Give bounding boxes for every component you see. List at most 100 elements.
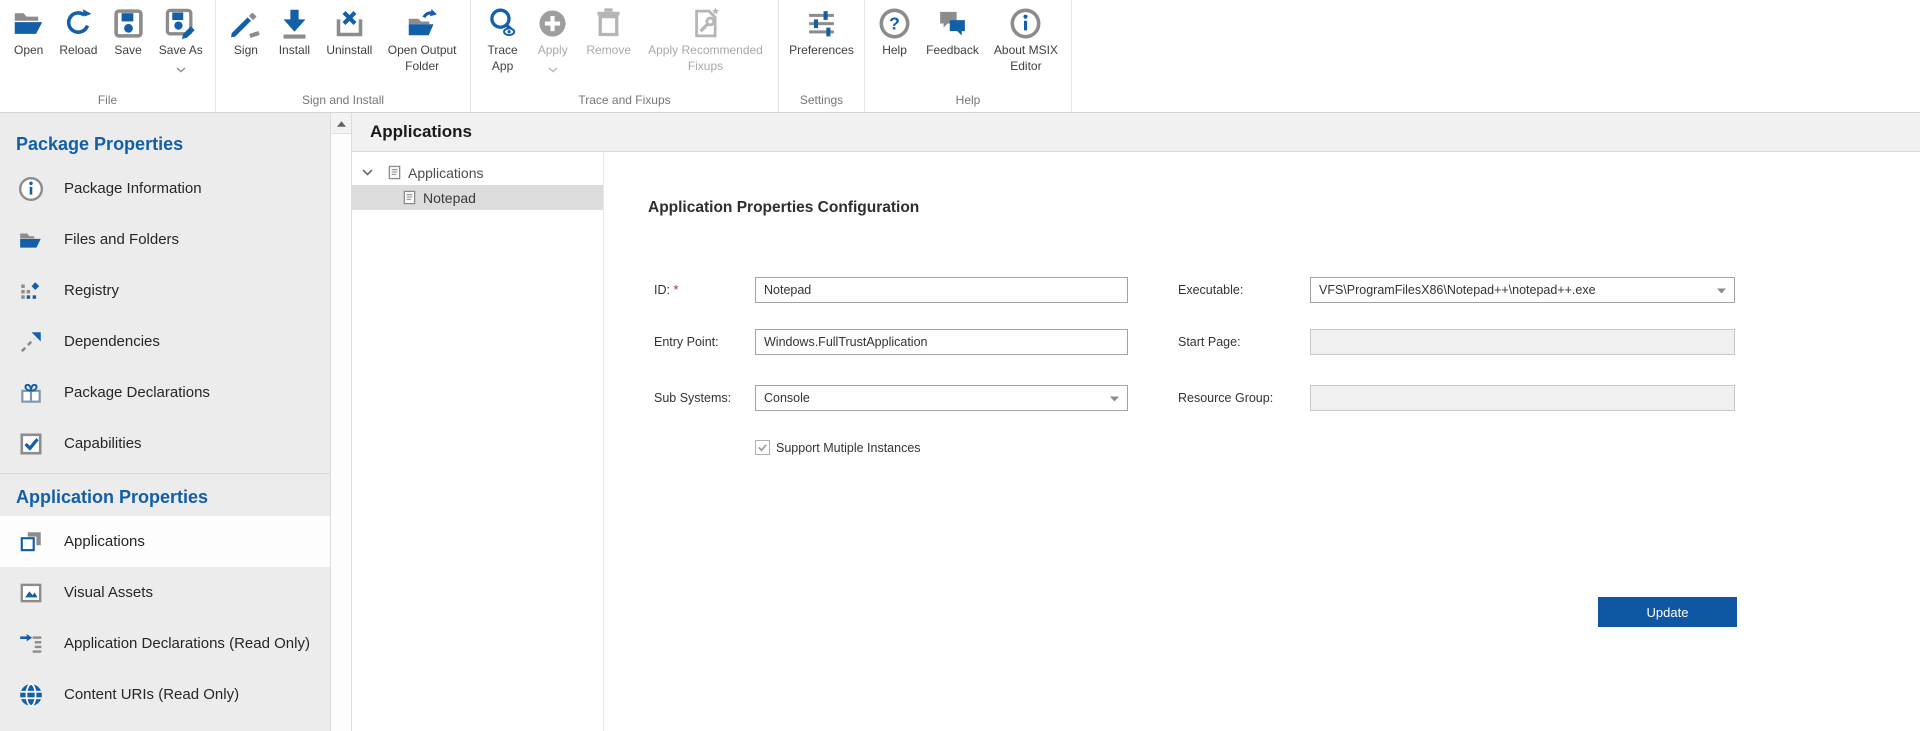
apply-recommended-fixups-button[interactable]: Apply Recommended Fixups [646, 7, 765, 74]
tree-node-applications[interactable]: Applications [352, 160, 603, 185]
scrollbar-up-button[interactable] [331, 113, 351, 134]
open-button[interactable]: Open [10, 7, 47, 59]
button-label: Open [14, 43, 43, 59]
sub-systems-value: Console [764, 391, 810, 405]
sidebar-item-package-declarations[interactable]: Package Declarations [0, 367, 330, 418]
document-icon [402, 190, 417, 205]
ribbon-group-label: Settings [779, 93, 864, 112]
open-output-folder-icon [406, 7, 439, 40]
open-output-folder-button[interactable]: Open Output Folder [386, 7, 459, 74]
button-label: Reload [59, 43, 97, 59]
sidebar-item-label: Package Declarations [64, 384, 210, 401]
button-label: Save [114, 43, 141, 59]
ribbon-group-trace-fixups: Trace App Apply Remove [471, 0, 779, 112]
chevron-down-icon[interactable] [362, 169, 373, 176]
required-asterisk: * [673, 283, 678, 297]
sign-button[interactable]: Sign [227, 7, 264, 59]
sub-systems-label: Sub Systems: [654, 385, 731, 411]
button-label: Save As [159, 43, 203, 59]
combo-arrow-icon [1110, 391, 1119, 405]
scrollbar-track[interactable] [331, 134, 351, 731]
entry-point-input[interactable] [755, 329, 1128, 355]
executable-value: VFS\ProgramFilesX86\Notepad++\notepad++.… [1319, 283, 1596, 297]
trace-app-button[interactable]: Trace App [484, 7, 521, 74]
sidebar-item-visual-assets[interactable]: Visual Assets [0, 567, 330, 618]
ribbon-group-sign-install: Sign Install Uninstall [216, 0, 471, 112]
sidebar-item-registry[interactable]: Registry [0, 265, 330, 316]
save-icon [112, 7, 145, 40]
sidebar-item-label: Registry [64, 282, 119, 299]
open-folder-icon [12, 7, 45, 40]
reload-button[interactable]: Reload [57, 7, 99, 59]
ribbon-group-settings: Preferences Settings [779, 0, 865, 112]
button-label: Remove [586, 43, 631, 59]
sidebar-item-files-and-folders[interactable]: Files and Folders [0, 214, 330, 265]
save-as-icon [164, 7, 197, 40]
support-multiple-instances-checkbox-row: Support Mutiple Instances [755, 440, 921, 455]
panel-header: Applications [352, 113, 1920, 152]
executable-combobox[interactable]: VFS\ProgramFilesX86\Notepad++\notepad++.… [1310, 277, 1735, 303]
uninstall-icon [333, 7, 366, 40]
save-as-button[interactable]: Save As [157, 7, 205, 78]
ribbon-empty-space [1072, 0, 1920, 112]
sidebar-item-label: Package Information [64, 180, 202, 197]
about-msix-editor-button[interactable]: About MSIX Editor [992, 7, 1060, 74]
form-heading: Application Properties Configuration [648, 199, 919, 217]
globe-icon [18, 682, 44, 708]
support-multiple-instances-checkbox[interactable] [755, 440, 770, 455]
open-folder-icon [18, 227, 44, 253]
button-label: About MSIX Editor [994, 43, 1058, 74]
sub-systems-combobox[interactable]: Console [755, 385, 1128, 411]
install-icon [278, 7, 311, 40]
dropdown-chevron-icon [176, 60, 186, 78]
sidebar-item-label: Applications [64, 533, 145, 550]
id-input[interactable] [755, 277, 1128, 303]
update-button[interactable]: Update [1598, 597, 1737, 627]
install-button[interactable]: Install [276, 7, 313, 59]
ribbon-group-help: ? Help Feedback About MSIX Editor [865, 0, 1072, 112]
apply-button[interactable]: Apply [534, 7, 571, 78]
dropdown-chevron-icon [548, 60, 558, 78]
sidebar-item-label: Content URIs (Read Only) [64, 686, 239, 703]
feedback-button[interactable]: Feedback [924, 7, 981, 59]
sidebar-item-capabilities[interactable]: Capabilities [0, 418, 330, 469]
help-button[interactable]: ? Help [876, 7, 913, 59]
declaration-list-icon [18, 631, 44, 657]
uninstall-button[interactable]: Uninstall [324, 7, 374, 59]
sidebar-item-label: Visual Assets [64, 584, 153, 601]
sidebar-item-label: Dependencies [64, 333, 160, 350]
sign-pencil-icon [229, 7, 262, 40]
preferences-sliders-icon [805, 7, 838, 40]
dependency-arrow-icon [18, 329, 44, 355]
scroll-up-arrow-icon [337, 114, 346, 132]
resource-group-input[interactable] [1310, 385, 1735, 411]
trace-app-icon [486, 7, 519, 40]
sidebar-item-dependencies[interactable]: Dependencies [0, 316, 330, 367]
registry-blocks-icon [18, 278, 44, 304]
ribbon-group-file: Open Reload Save [0, 0, 216, 112]
start-page-input[interactable] [1310, 329, 1735, 355]
button-label: Install [279, 43, 310, 59]
image-icon [18, 580, 44, 606]
support-multiple-instances-label: Support Mutiple Instances [776, 441, 921, 455]
checked-box-icon [18, 431, 44, 457]
panel-title: Applications [352, 122, 472, 142]
sidebar-item-applications[interactable]: Applications [0, 516, 330, 567]
button-label: Sign [234, 43, 258, 59]
preferences-button[interactable]: Preferences [787, 7, 856, 59]
sidebar-item-application-declarations[interactable]: Application Declarations (Read Only) [0, 618, 330, 669]
save-button[interactable]: Save [110, 7, 147, 59]
applications-tree: Applications Notepad [352, 152, 604, 731]
resource-group-label: Resource Group: [1178, 385, 1273, 411]
document-icon [387, 165, 402, 180]
tree-node-notepad[interactable]: Notepad [352, 185, 603, 210]
sidebar-item-content-uris[interactable]: Content URIs (Read Only) [0, 669, 330, 720]
button-label: Help [882, 43, 907, 59]
executable-label: Executable: [1178, 277, 1243, 303]
ribbon-toolbar: Open Reload Save [0, 0, 1920, 113]
application-properties-form: Application Properties Configuration ID:… [604, 152, 1920, 731]
sidebar-item-package-information[interactable]: Package Information [0, 163, 330, 214]
ribbon-group-label: Help [865, 93, 1071, 112]
remove-button[interactable]: Remove [584, 7, 633, 59]
sidebar-scrollbar[interactable] [330, 113, 352, 731]
